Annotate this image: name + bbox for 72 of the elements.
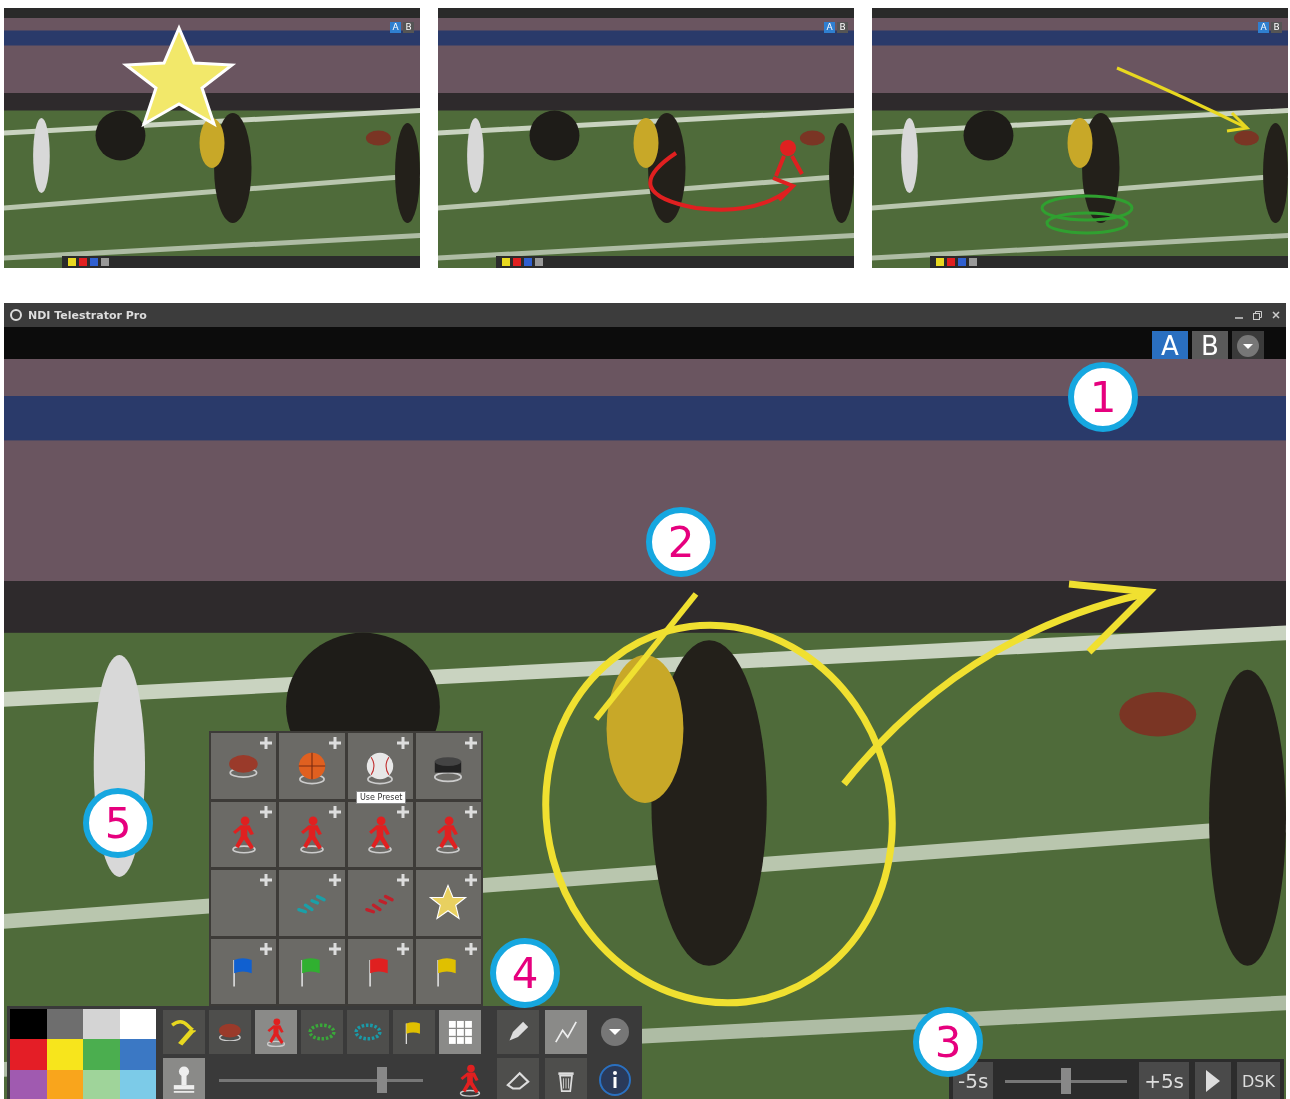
output-button[interactable]: B <box>837 22 848 33</box>
output-button[interactable]: A <box>1152 331 1188 361</box>
tool-button[interactable] <box>163 1010 205 1054</box>
color-swatch[interactable] <box>83 1069 120 1099</box>
add-icon <box>464 873 478 887</box>
tool-button[interactable] <box>439 1010 481 1054</box>
output-button[interactable]: B <box>1271 22 1282 33</box>
tool-button[interactable] <box>497 1058 539 1099</box>
color-swatch[interactable] <box>119 1039 156 1070</box>
play-button[interactable] <box>1195 1062 1232 1099</box>
color-swatch[interactable] <box>10 1009 47 1040</box>
preset-tile[interactable] <box>211 938 277 1004</box>
preset-tile[interactable] <box>415 938 481 1004</box>
add-icon <box>259 736 274 750</box>
add-icon <box>464 736 478 750</box>
preset-tile[interactable] <box>279 801 345 867</box>
output-button[interactable]: B <box>403 22 414 33</box>
add-icon <box>259 873 274 887</box>
stamp-button[interactable] <box>163 1058 205 1099</box>
forward-button[interactable]: +5s <box>1139 1062 1190 1099</box>
preset-tile[interactable] <box>415 870 481 936</box>
close-icon[interactable] <box>1272 311 1280 319</box>
tooltip: Use Preset <box>356 791 407 804</box>
tool-button[interactable] <box>545 1058 587 1099</box>
add-icon <box>395 873 410 887</box>
add-icon <box>327 873 342 887</box>
preset-tile[interactable] <box>347 733 413 799</box>
color-swatch[interactable] <box>46 1009 83 1040</box>
play-icon <box>1206 1070 1221 1092</box>
add-icon <box>259 941 274 956</box>
football-icon <box>218 1022 242 1042</box>
output-button[interactable]: A <box>390 22 401 33</box>
dsk-button[interactable]: DSK <box>1237 1062 1280 1099</box>
color-swatch[interactable] <box>83 1039 120 1070</box>
output-button[interactable]: A <box>1258 22 1269 33</box>
add-icon <box>327 804 342 819</box>
color-swatch[interactable] <box>83 1009 120 1040</box>
add-icon <box>259 804 274 819</box>
add-icon <box>327 941 342 956</box>
tool-button[interactable] <box>393 1010 435 1054</box>
preset-tile[interactable] <box>347 870 413 936</box>
preset-tile[interactable] <box>279 938 345 1004</box>
preset-tile[interactable] <box>347 801 413 867</box>
color-swatch[interactable] <box>119 1009 156 1040</box>
add-icon <box>327 736 342 750</box>
color-swatch[interactable] <box>46 1039 83 1070</box>
tool-button[interactable] <box>497 1010 539 1054</box>
preset-tile[interactable] <box>211 733 277 799</box>
preset-tile[interactable] <box>279 870 345 936</box>
restore-icon[interactable] <box>1253 310 1262 320</box>
preset-tile[interactable] <box>211 870 277 936</box>
add-icon <box>464 804 478 819</box>
add-icon <box>395 736 410 750</box>
window-title: NDI Telestrator Pro <box>28 308 147 322</box>
add-icon <box>395 804 410 819</box>
add-icon <box>395 941 410 956</box>
app-logo-icon <box>10 309 22 321</box>
color-swatch[interactable] <box>10 1039 47 1070</box>
slider-thumb[interactable] <box>377 1067 388 1093</box>
preset-tile[interactable] <box>415 801 481 867</box>
add-icon <box>464 941 478 956</box>
preset-tile[interactable] <box>347 938 413 1004</box>
dropdown-button[interactable] <box>1232 331 1264 361</box>
slider-thumb[interactable] <box>1061 1068 1072 1094</box>
football-icon <box>228 753 259 778</box>
output-button[interactable]: A <box>824 22 835 33</box>
preset-tile[interactable] <box>211 801 277 867</box>
preset-tile[interactable] <box>415 733 481 799</box>
output-button[interactable]: B <box>1192 331 1228 361</box>
preset-tile[interactable] <box>279 733 345 799</box>
color-swatch[interactable] <box>10 1069 47 1099</box>
tool-button[interactable] <box>545 1010 587 1054</box>
